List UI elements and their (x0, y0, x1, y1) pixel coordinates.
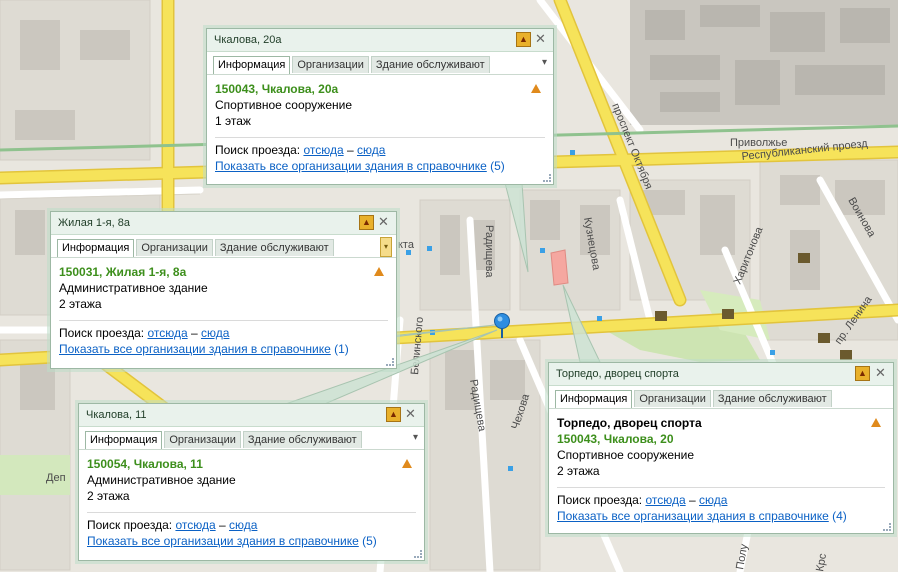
popup-tabs: Информация Организации Здание обслуживают (549, 386, 893, 409)
route-from-link[interactable]: отсюда (147, 326, 187, 340)
organization-name: Торпедо, дворец спорта (557, 416, 702, 430)
close-icon[interactable]: ✕ (535, 31, 546, 46)
resize-handle[interactable] (883, 523, 891, 531)
tabs-scroll-icon[interactable]: ▾ (380, 237, 392, 257)
floor-count: 2 этажа (87, 489, 130, 503)
popup-tabs: Информация Организации Здание обслуживают … (79, 427, 424, 450)
address: 150031, Жилая 1-я, 8а (59, 265, 187, 279)
orgs-count: (4) (832, 509, 847, 523)
street-label-radishcheva: Радищева (483, 225, 495, 278)
tab-information[interactable]: Информация (85, 431, 163, 449)
resize-handle[interactable] (543, 174, 551, 182)
floor-count: 1 этаж (215, 114, 251, 128)
show-all-orgs-link[interactable]: Показать все организации здания в справо… (557, 509, 829, 523)
route-to-link[interactable]: сюда (357, 143, 385, 157)
tab-organizations[interactable]: Организации (164, 431, 241, 448)
pin-icon[interactable]: ▲ (516, 32, 531, 47)
popup-chkalova-11[interactable]: Чкалова, 11 ▲ ✕ Информация Организации Зда… (78, 403, 425, 561)
popup-content: 150054, Чкалова, 11 Административное зда… (79, 450, 424, 549)
tab-organizations[interactable]: Организации (634, 390, 711, 407)
map-location-pin-icon[interactable] (493, 312, 511, 340)
orgs-count: (1) (334, 342, 349, 356)
route-to-link[interactable]: сюда (229, 518, 257, 532)
street-label-dep: Деп (46, 472, 66, 484)
orgs-count: (5) (490, 159, 505, 173)
orgs-count: (5) (362, 534, 377, 548)
tab-information[interactable]: Информация (57, 239, 135, 257)
floor-count: 2 этажа (59, 297, 102, 311)
tab-building-service[interactable]: Здание обслуживают (712, 390, 832, 407)
popup-title: Чкалова, 20а (207, 29, 553, 52)
route-label: Поиск проезда: (59, 326, 145, 340)
building-type: Административное здание (87, 473, 236, 487)
tab-building-service[interactable]: Здание обслуживают (242, 431, 362, 448)
popup-content: 150043, Чкалова, 20а Спортивное сооружен… (207, 75, 553, 174)
popup-zhilaya-1-8a[interactable]: Жилая 1-я, 8а ▲ ✕ Информация Организации З… (50, 211, 397, 369)
route-from-link[interactable]: отсюда (645, 493, 685, 507)
popup-content: 150031, Жилая 1-я, 8а Административное з… (51, 258, 396, 357)
route-label: Поиск проезда: (87, 518, 173, 532)
route-dash: – (218, 518, 226, 532)
building-type: Спортивное сооружение (215, 98, 352, 112)
tabs-more-icon[interactable]: ▾ (413, 432, 418, 443)
show-all-orgs-link[interactable]: Показать все организации здания в справо… (59, 342, 331, 356)
pin-icon[interactable]: ▲ (359, 215, 374, 230)
route-dash: – (346, 143, 354, 157)
address: 150043, Чкалова, 20 (557, 432, 674, 446)
street-label-kta: кта (398, 239, 415, 251)
show-all-orgs-link[interactable]: Показать все организации здания в справо… (87, 534, 359, 548)
route-label: Поиск проезда: (215, 143, 301, 157)
pin-icon[interactable]: ▲ (855, 366, 870, 381)
tab-building-service[interactable]: Здание обслуживают (214, 239, 334, 256)
tab-information[interactable]: Информация (213, 56, 291, 74)
close-icon[interactable]: ✕ (875, 365, 886, 380)
floor-count: 2 этажа (557, 464, 600, 478)
building-type: Административное здание (59, 281, 208, 295)
address: 150043, Чкалова, 20а (215, 82, 339, 96)
street-label-privolzhye: Приволжье (730, 137, 787, 149)
close-icon[interactable]: ✕ (405, 406, 416, 421)
tab-organizations[interactable]: Организации (136, 239, 213, 256)
pin-icon[interactable]: ▲ (386, 407, 401, 422)
route-search: Поиск проезда: отсюда – сюда (215, 142, 545, 158)
show-all-orgs-link[interactable]: Показать все организации здания в справо… (215, 159, 487, 173)
route-from-link[interactable]: отсюда (303, 143, 343, 157)
popup-content: Торпедо, дворец спорта 150043, Чкалова, … (549, 409, 893, 524)
popup-title: Торпедо, дворец спорта (549, 363, 893, 386)
popup-title: Жилая 1-я, 8а (51, 212, 396, 235)
close-icon[interactable]: ✕ (378, 214, 389, 229)
warning-icon[interactable] (374, 267, 384, 276)
route-to-link[interactable]: сюда (201, 326, 229, 340)
tabs-more-icon[interactable]: ▾ (542, 57, 547, 68)
route-dash: – (190, 326, 198, 340)
popup-tabs: Информация Организации Здание обслуживают … (207, 52, 553, 75)
route-search: Поиск проезда: отсюда – сюда (59, 325, 388, 341)
address: 150054, Чкалова, 11 (87, 457, 203, 471)
route-from-link[interactable]: отсюда (175, 518, 215, 532)
route-search: Поиск проезда: отсюда – сюда (87, 517, 416, 533)
route-dash: – (688, 493, 696, 507)
building-type: Спортивное сооружение (557, 448, 694, 462)
route-search: Поиск проезда: отсюда – сюда (557, 492, 885, 508)
warning-icon[interactable] (531, 84, 541, 93)
tab-building-service[interactable]: Здание обслуживают (370, 56, 490, 73)
tab-information[interactable]: Информация (555, 390, 633, 408)
resize-handle[interactable] (386, 358, 394, 366)
popup-chkalova-20a[interactable]: Чкалова, 20а ▲ ✕ Информация Организации Зд… (206, 28, 554, 185)
warning-icon[interactable] (402, 459, 412, 468)
popup-torpedo[interactable]: Торпедо, дворец спорта ▲ ✕ Информация Орг… (548, 362, 894, 534)
route-to-link[interactable]: сюда (699, 493, 727, 507)
resize-handle[interactable] (414, 550, 422, 558)
tab-organizations[interactable]: Организации (292, 56, 369, 73)
warning-icon[interactable] (871, 418, 881, 427)
route-label: Поиск проезда: (557, 493, 643, 507)
popup-tabs: Информация Организации Здание обслуживают (51, 235, 396, 258)
popup-title: Чкалова, 11 (79, 404, 424, 427)
